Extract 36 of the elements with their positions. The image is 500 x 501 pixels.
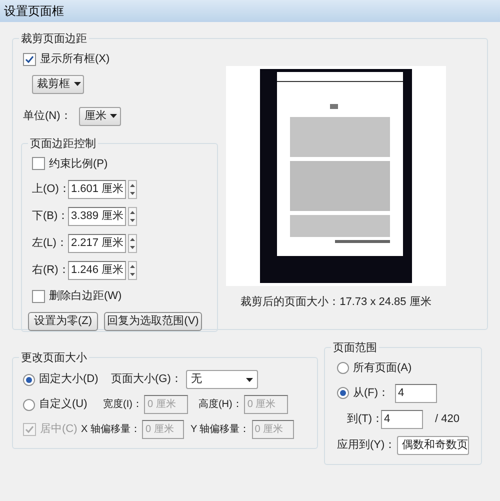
input-field[interactable]: 1.246 厘米: [68, 261, 126, 280]
field-label: 上(O)：: [32, 182, 68, 198]
dropdown[interactable]: 偶数和奇数页: [397, 436, 469, 454]
page-total: / 420: [435, 412, 460, 427]
checkbox-label: 显示所有框(X): [40, 52, 110, 67]
page-size-label: 页面大小(G)：: [111, 372, 182, 388]
field-label: 高度(H)：: [198, 398, 242, 412]
unit-label: 单位(N)：: [23, 108, 72, 124]
button[interactable]: 回复为选取范围(V): [104, 312, 202, 330]
input-field[interactable]: 3.389 厘米: [68, 207, 126, 226]
field-label: X 轴偏移量：: [81, 422, 140, 437]
dropdown[interactable]: 裁剪框: [32, 74, 84, 94]
radio-label: 从(F)：: [353, 386, 390, 401]
field-label: 下(B)：: [32, 209, 68, 224]
radio-label: 固定大小(D): [39, 372, 98, 388]
input-field[interactable]: 2.217 厘米: [68, 234, 126, 253]
radio-label: 自定义(U): [39, 396, 88, 412]
field-label: 左(L)：: [32, 236, 68, 252]
input-field[interactable]: 1.601 厘米: [68, 180, 126, 199]
checkbox-label: 删除白边距(W): [49, 289, 122, 304]
field-label: 到(T)：: [347, 412, 381, 427]
dropdown[interactable]: 无: [186, 370, 258, 389]
input-field[interactable]: 4: [381, 410, 423, 428]
checkbox-label: 约束比例(P): [49, 156, 108, 172]
dropdown[interactable]: 厘米: [79, 106, 122, 126]
field-label: 宽度(I)：: [103, 398, 142, 412]
radio-label: 所有页面(A): [353, 361, 412, 376]
field-label: 应用到(Y)：: [337, 438, 397, 453]
field-label: Y 轴偏移量：: [190, 422, 250, 437]
group-title: 页面边距控制: [28, 136, 98, 152]
checkbox-label: 居中(C): [40, 422, 78, 438]
input-field[interactable]: 4: [395, 384, 437, 402]
field-label: 右(R)：: [32, 263, 68, 278]
button[interactable]: 设置为零(Z): [28, 312, 98, 330]
page-size-caption: 裁剪后的页面大小：17.73 x 24.85 厘米: [240, 294, 432, 310]
window-title: 设置页面框: [4, 3, 64, 20]
